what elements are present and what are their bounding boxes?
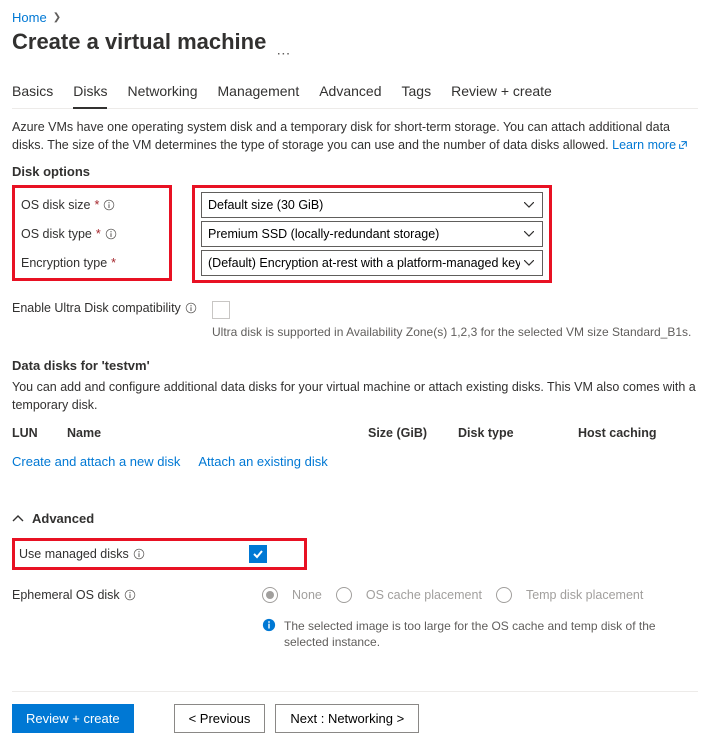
- ultra-disk-label: Enable Ultra Disk compatibility: [12, 301, 212, 315]
- more-icon[interactable]: ⋯: [276, 45, 291, 62]
- col-size: Size (GiB): [368, 426, 458, 440]
- highlighted-disk-labels: OS disk size * OS disk type * Encryption…: [12, 185, 172, 281]
- os-disk-size-select[interactable]: Default size (30 GiB): [201, 192, 543, 218]
- review-create-button[interactable]: Review + create: [12, 704, 134, 733]
- ultra-disk-hint: Ultra disk is supported in Availability …: [212, 324, 698, 340]
- ephemeral-radio-group: None OS cache placement Temp disk placem…: [262, 587, 643, 603]
- wizard-footer: Review + create < Previous Next : Networ…: [12, 691, 698, 733]
- required-indicator: *: [94, 198, 99, 212]
- highlighted-disk-controls: Default size (30 GiB) Premium SSD (local…: [192, 185, 552, 283]
- learn-more-link[interactable]: Learn more: [612, 138, 688, 152]
- info-icon[interactable]: [105, 228, 117, 240]
- col-cache: Host caching: [578, 426, 698, 440]
- os-disk-type-select[interactable]: Premium SSD (locally-redundant storage): [201, 221, 543, 247]
- tabs: Basics Disks Networking Management Advan…: [12, 77, 698, 109]
- tab-advanced[interactable]: Advanced: [319, 77, 381, 108]
- attach-disk-link[interactable]: Attach an existing disk: [198, 454, 327, 469]
- create-disk-link[interactable]: Create and attach a new disk: [12, 454, 180, 469]
- required-indicator: *: [111, 256, 116, 270]
- previous-button[interactable]: < Previous: [174, 704, 266, 733]
- info-icon: [262, 618, 276, 650]
- data-disks-table-header: LUN Name Size (GiB) Disk type Host cachi…: [12, 422, 698, 444]
- ultra-disk-checkbox: [212, 301, 230, 319]
- chevron-up-icon: [12, 513, 24, 525]
- col-name: Name: [67, 426, 368, 440]
- advanced-toggle[interactable]: Advanced: [12, 505, 698, 532]
- tab-networking[interactable]: Networking: [127, 77, 197, 108]
- info-icon[interactable]: [124, 589, 136, 601]
- ephemeral-note: The selected image is too large for the …: [284, 618, 698, 650]
- ephemeral-radio-temp: [496, 587, 512, 603]
- info-icon[interactable]: [103, 199, 115, 211]
- os-disk-type-label: OS disk type: [21, 227, 92, 241]
- col-type: Disk type: [458, 426, 578, 440]
- required-indicator: *: [96, 227, 101, 241]
- highlighted-managed-disks: Use managed disks: [12, 538, 307, 570]
- page-title: Create a virtual machine: [12, 29, 266, 55]
- tab-basics[interactable]: Basics: [12, 77, 53, 108]
- breadcrumb: Home ❯: [12, 10, 698, 25]
- info-icon[interactable]: [133, 548, 145, 560]
- ephemeral-radio-none: [262, 587, 278, 603]
- tab-management[interactable]: Management: [218, 77, 300, 108]
- ephemeral-radio-oscache: [336, 587, 352, 603]
- ephemeral-os-disk-label: Ephemeral OS disk: [12, 588, 120, 602]
- next-button[interactable]: Next : Networking >: [275, 704, 419, 733]
- encryption-type-label: Encryption type: [21, 256, 107, 270]
- use-managed-disks-label: Use managed disks: [19, 547, 129, 561]
- info-icon[interactable]: [185, 302, 197, 314]
- os-disk-size-label: OS disk size: [21, 198, 90, 212]
- data-disks-heading: Data disks for 'testvm': [12, 358, 698, 373]
- data-disks-desc: You can add and configure additional dat…: [12, 379, 698, 414]
- intro-text: Azure VMs have one operating system disk…: [12, 119, 698, 154]
- use-managed-disks-checkbox[interactable]: [249, 545, 267, 563]
- tab-tags[interactable]: Tags: [402, 77, 432, 108]
- encryption-type-select[interactable]: (Default) Encryption at-rest with a plat…: [201, 250, 543, 276]
- external-link-icon: [676, 138, 688, 152]
- disk-options-heading: Disk options: [12, 164, 698, 179]
- tab-review[interactable]: Review + create: [451, 77, 552, 108]
- tab-disks[interactable]: Disks: [73, 77, 107, 109]
- breadcrumb-home[interactable]: Home: [12, 10, 47, 25]
- chevron-right-icon: ❯: [53, 12, 61, 23]
- col-lun: LUN: [12, 426, 67, 440]
